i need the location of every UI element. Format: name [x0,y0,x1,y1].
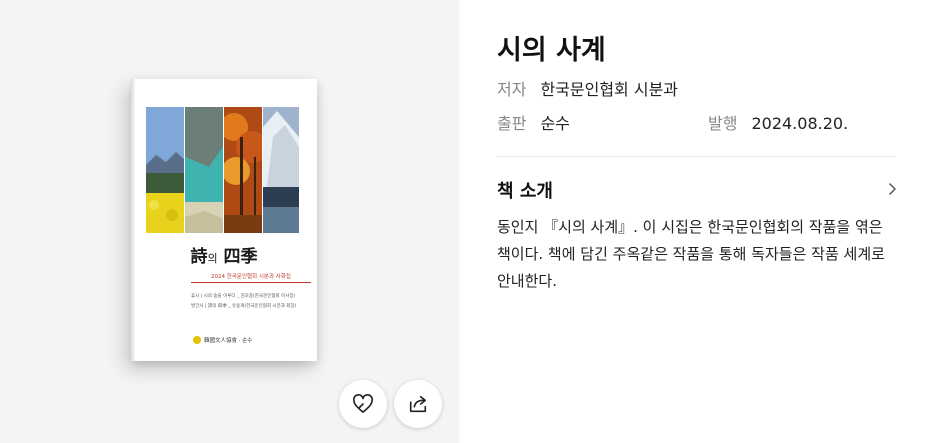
publisher-label: 출판 [497,114,527,133]
cover-photo-autumn [224,107,262,233]
date-row: 발행 2024.08.20. [708,110,848,134]
cover-photo-winter [263,107,299,233]
cover-line: 휴시 | 시의 숲을 이루다 _ 김호중(한국문인협회 이사장) [191,294,296,299]
chevron-right-icon[interactable] [885,182,899,196]
author-name[interactable]: 한국문인협회 시분과 [540,80,678,99]
publisher-row: 출판 순수 [497,110,570,134]
publisher-name[interactable]: 순수 [540,114,569,133]
heart-icon [353,394,373,413]
cover-title: 詩의 四季 [190,247,258,267]
cover-subtitle: 2024 한국문인협회 시분과 사화집 [191,272,311,283]
divider [497,156,895,157]
author-label: 저자 [497,80,527,99]
cover-publisher: 韓國文人協會 · 순수 [193,336,252,344]
intro-heading[interactable]: 책 소개 [497,177,553,203]
like-button[interactable] [339,380,387,428]
cover-photo-summer [185,107,223,233]
cover-publisher-text: 韓國文人協會 · 순수 [204,338,253,344]
cover-contents: 휴시 | 시의 숲을 이루다 _ 김호중(한국문인협회 이사장) 발간사 | 詩… [191,293,311,313]
book-title: 시의 사계 [497,35,606,66]
book-cover-area: 詩의 四季 2024 한국문인협회 시분과 사화집 휴시 | 시의 숲을 이루다… [0,0,459,443]
publish-date: 2024.08.20. [751,114,849,133]
publisher-logo-icon [193,336,201,344]
cover-line: 발간사 | 詩의 四季 _ 유용개(한국문인협회 시분과 회장) [191,304,297,309]
book-spine [131,79,135,361]
book-cover[interactable]: 詩의 四季 2024 한국문인협회 시분과 사화집 휴시 | 시의 숲을 이루다… [131,79,317,361]
share-button[interactable] [394,380,442,428]
share-icon [409,395,427,413]
cover-photo-spring [146,107,184,233]
author-row: 저자 한국문인협회 시분과 [497,76,678,100]
date-label: 발행 [708,114,738,133]
intro-text: 동인지 『시의 사계』. 이 시집은 한국문인협회의 작품을 엮은 책이다. 책… [497,218,885,290]
